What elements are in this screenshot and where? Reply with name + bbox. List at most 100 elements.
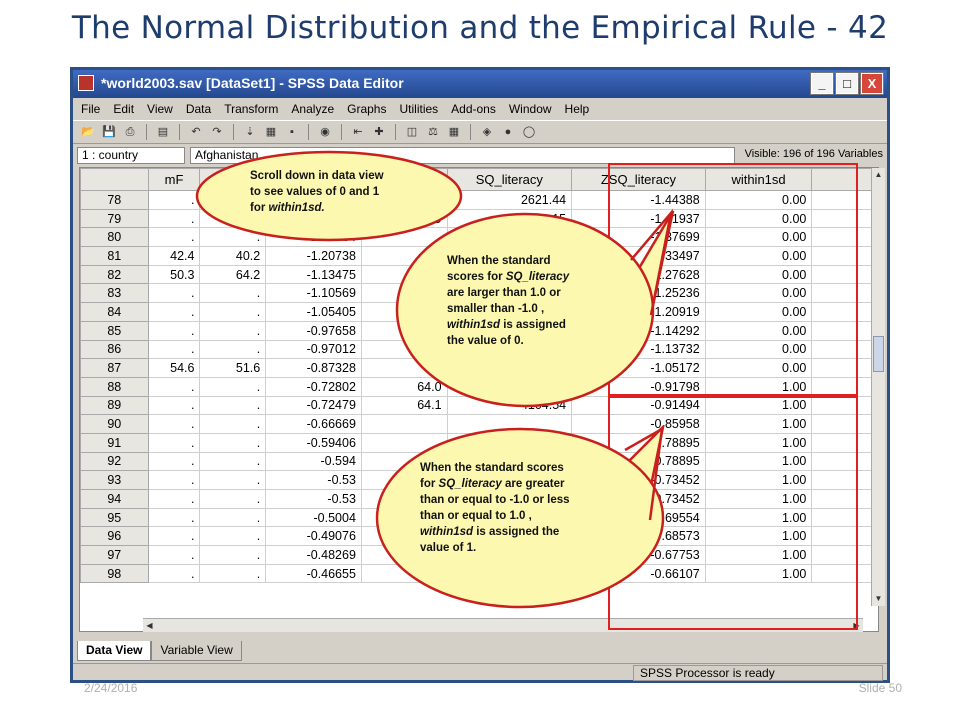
menu-data[interactable]: Data — [186, 102, 211, 116]
table-cell[interactable]: . — [147, 489, 201, 509]
dialog-recall-icon[interactable]: ▤ — [154, 124, 172, 140]
tab-variable-view[interactable]: Variable View — [151, 641, 242, 661]
close-button[interactable]: X — [860, 72, 884, 95]
table-cell[interactable]: -0.87328 — [265, 358, 362, 378]
maximize-button[interactable]: □ — [835, 72, 859, 95]
table-cell[interactable]: . — [147, 208, 201, 229]
scroll-down-icon[interactable]: ▼ — [872, 592, 885, 606]
table-cell[interactable]: . — [199, 451, 267, 472]
table-cell[interactable]: . — [199, 414, 267, 434]
table-cell[interactable]: -0.594 — [265, 451, 362, 472]
table-cell[interactable]: . — [147, 451, 201, 472]
goto-variable-icon[interactable]: ▦ — [262, 124, 280, 140]
table-cell[interactable]: -1.10569 — [265, 283, 362, 304]
scroll-left-icon[interactable]: ◀ — [143, 619, 156, 633]
show-all-icon[interactable]: ◯ — [520, 124, 538, 140]
row-number[interactable]: 89 — [80, 395, 149, 416]
menu-utilities[interactable]: Utilities — [399, 102, 438, 116]
table-cell[interactable]: . — [199, 283, 267, 304]
use-sets-icon[interactable]: ● — [499, 124, 517, 140]
table-cell[interactable]: . — [147, 190, 201, 210]
table-cell[interactable]: . — [199, 376, 267, 397]
menu-view[interactable]: View — [147, 102, 173, 116]
table-cell[interactable]: . — [147, 545, 201, 565]
table-cell[interactable]: . — [199, 470, 267, 490]
scroll-up-icon[interactable]: ▲ — [872, 168, 885, 182]
insert-cases-icon[interactable]: ⇤ — [349, 124, 367, 140]
row-number[interactable]: 81 — [80, 246, 149, 266]
table-cell[interactable]: . — [147, 526, 201, 547]
table-cell[interactable]: -0.53 — [265, 470, 362, 490]
open-folder-icon[interactable]: 📂 — [79, 124, 97, 140]
row-number[interactable]: 92 — [80, 451, 149, 472]
minimize-button[interactable]: _ — [810, 72, 834, 95]
table-cell[interactable]: 42.4 — [147, 246, 201, 266]
redo-icon[interactable]: ↷ — [208, 124, 226, 140]
menu-window[interactable]: Window — [509, 102, 552, 116]
table-cell[interactable]: . — [147, 283, 201, 304]
table-cell[interactable]: -0.53 — [265, 489, 362, 509]
menu-analyze[interactable]: Analyze — [291, 102, 334, 116]
table-cell[interactable]: . — [147, 376, 201, 397]
row-number[interactable]: 93 — [80, 470, 149, 490]
table-cell[interactable]: . — [199, 526, 267, 547]
table-cell[interactable]: 51.6 — [199, 358, 267, 378]
column-header[interactable]: mF — [147, 168, 201, 191]
row-number[interactable]: 94 — [80, 489, 149, 509]
tab-data-view[interactable]: Data View — [77, 641, 152, 661]
select-cases-icon[interactable]: ▦ — [445, 124, 463, 140]
table-cell[interactable]: . — [199, 545, 267, 565]
vertical-scrollbar[interactable]: ▲ ▼ — [871, 168, 885, 606]
table-cell[interactable]: 54.6 — [147, 358, 201, 378]
menu-graphs[interactable]: Graphs — [347, 102, 386, 116]
row-number[interactable]: 85 — [80, 320, 149, 341]
row-number[interactable]: 96 — [80, 526, 149, 547]
window-titlebar[interactable]: *world2003.sav [DataSet1] - SPSS Data Ed… — [73, 70, 887, 98]
variables-icon[interactable]: ▪ — [283, 124, 301, 140]
table-cell[interactable]: . — [147, 432, 201, 453]
table-cell[interactable]: -0.49076 — [265, 526, 362, 547]
row-number[interactable]: 86 — [80, 339, 149, 360]
table-cell[interactable]: . — [199, 563, 267, 584]
table-cell[interactable]: -1.13475 — [265, 264, 362, 285]
table-cell[interactable]: . — [147, 507, 201, 528]
table-cell[interactable]: -0.59406 — [265, 432, 362, 453]
table-cell[interactable]: . — [199, 432, 267, 453]
scroll-thumb[interactable] — [873, 336, 884, 372]
row-number[interactable]: 79 — [80, 208, 149, 229]
table-cell[interactable]: -1.05405 — [265, 302, 362, 322]
table-cell[interactable]: . — [199, 339, 267, 360]
table-cell[interactable]: -0.97658 — [265, 320, 362, 341]
menu-transform[interactable]: Transform — [224, 102, 278, 116]
table-cell[interactable]: . — [147, 302, 201, 322]
row-number[interactable]: 78 — [80, 190, 149, 210]
row-number[interactable]: 83 — [80, 283, 149, 304]
table-cell[interactable]: . — [147, 414, 201, 434]
table-cell[interactable]: . — [147, 470, 201, 490]
table-cell[interactable]: -0.48269 — [265, 545, 362, 565]
menu-add-ons[interactable]: Add-ons — [451, 102, 496, 116]
split-file-icon[interactable]: ◫ — [403, 124, 421, 140]
row-number[interactable]: 98 — [80, 563, 149, 584]
menu-file[interactable]: File — [81, 102, 100, 116]
table-cell[interactable]: . — [199, 395, 267, 416]
table-cell[interactable]: . — [147, 227, 201, 248]
menu-help[interactable]: Help — [565, 102, 590, 116]
value-labels-icon[interactable]: ◈ — [478, 124, 496, 140]
insert-variable-icon[interactable]: ✚ — [370, 124, 388, 140]
table-cell[interactable]: -0.72802 — [265, 376, 362, 397]
table-cell[interactable]: . — [147, 339, 201, 360]
table-cell[interactable]: . — [199, 507, 267, 528]
row-number[interactable]: 95 — [80, 507, 149, 528]
save-icon[interactable]: 💾 — [100, 124, 118, 140]
table-cell[interactable]: . — [199, 489, 267, 509]
row-number[interactable]: 82 — [80, 264, 149, 285]
table-cell[interactable]: -0.46655 — [265, 563, 362, 584]
table-cell[interactable]: . — [147, 563, 201, 584]
row-number[interactable]: 91 — [80, 432, 149, 453]
row-number[interactable]: 90 — [80, 414, 149, 434]
row-number[interactable]: 84 — [80, 302, 149, 322]
row-number[interactable]: 87 — [80, 358, 149, 378]
table-cell[interactable]: 64.2 — [199, 264, 267, 285]
table-cell[interactable]: . — [147, 395, 201, 416]
